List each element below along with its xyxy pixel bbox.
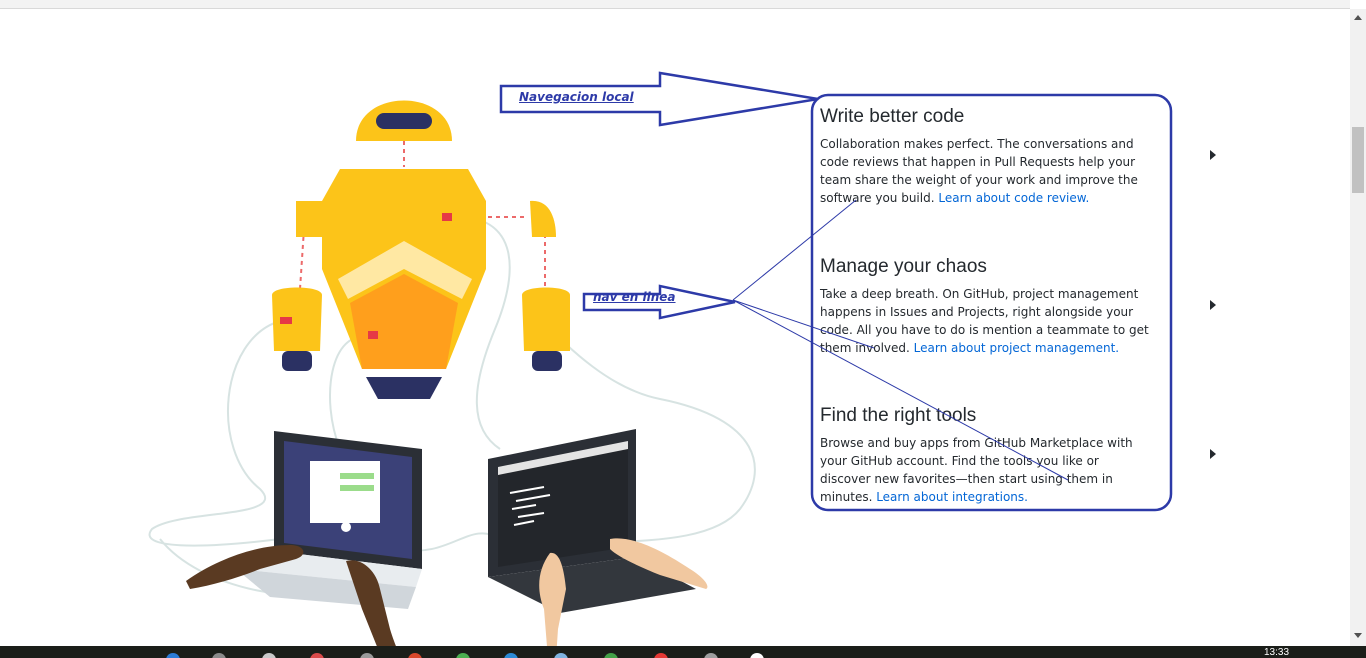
page: Write better code Collaboration makes pe… bbox=[0, 0, 1366, 658]
hero-illustration bbox=[148, 100, 756, 646]
learn-code-review-link[interactable]: Learn about code review. bbox=[938, 191, 1089, 205]
vertical-scrollbar[interactable] bbox=[1350, 9, 1366, 646]
taskbar: 13:33 bbox=[0, 646, 1366, 658]
taskbar-app-icon[interactable] bbox=[456, 653, 470, 658]
chevron-right-icon[interactable] bbox=[1210, 150, 1216, 160]
learn-project-management-link[interactable]: Learn about project management. bbox=[914, 341, 1119, 355]
taskbar-app-icon[interactable] bbox=[408, 653, 422, 658]
chevron-right-icon[interactable] bbox=[1210, 449, 1216, 459]
robot-head bbox=[356, 100, 452, 141]
robot-body bbox=[322, 169, 486, 399]
robot-arm-left bbox=[272, 201, 322, 371]
taskbar-clock[interactable]: 13:33 bbox=[1264, 648, 1289, 658]
feature-description: Collaboration makes perfect. The convers… bbox=[820, 135, 1150, 207]
scroll-down-arrow-icon[interactable] bbox=[1354, 633, 1362, 638]
learn-integrations-link[interactable]: Learn about integrations. bbox=[876, 490, 1028, 504]
feature-write-better-code: Write better code Collaboration makes pe… bbox=[820, 105, 1216, 207]
feature-description: Browse and buy apps from GitHub Marketpl… bbox=[820, 434, 1150, 506]
feature-find-right-tools: Find the right tools Browse and buy apps… bbox=[820, 404, 1216, 506]
taskbar-app-icon[interactable] bbox=[704, 653, 718, 658]
taskbar-app-icon[interactable] bbox=[654, 653, 668, 658]
feature-title: Write better code bbox=[820, 106, 965, 127]
laptop-right bbox=[488, 429, 696, 613]
feature-title: Manage your chaos bbox=[820, 256, 987, 277]
top-toolbar-strip bbox=[0, 0, 1350, 9]
taskbar-app-icon[interactable] bbox=[166, 653, 180, 658]
feature-description: Take a deep breath. On GitHub, project m… bbox=[820, 285, 1150, 357]
taskbar-app-icon[interactable] bbox=[360, 653, 374, 658]
taskbar-app-icon[interactable] bbox=[504, 653, 518, 658]
scroll-up-arrow-icon[interactable] bbox=[1354, 15, 1362, 20]
scrollbar-thumb[interactable] bbox=[1352, 127, 1364, 193]
feature-title: Find the right tools bbox=[820, 405, 977, 426]
taskbar-app-icon[interactable] bbox=[554, 653, 568, 658]
taskbar-app-icon[interactable] bbox=[262, 653, 276, 658]
taskbar-app-icon[interactable] bbox=[604, 653, 618, 658]
laptop-left bbox=[236, 431, 422, 609]
feature-manage-your-chaos: Manage your chaos Take a deep breath. On… bbox=[820, 255, 1216, 357]
taskbar-app-icon[interactable] bbox=[750, 653, 764, 658]
taskbar-app-icon[interactable] bbox=[310, 653, 324, 658]
chevron-right-icon[interactable] bbox=[1210, 300, 1216, 310]
taskbar-app-icon[interactable] bbox=[212, 653, 226, 658]
page-content: Write better code Collaboration makes pe… bbox=[0, 9, 1350, 646]
